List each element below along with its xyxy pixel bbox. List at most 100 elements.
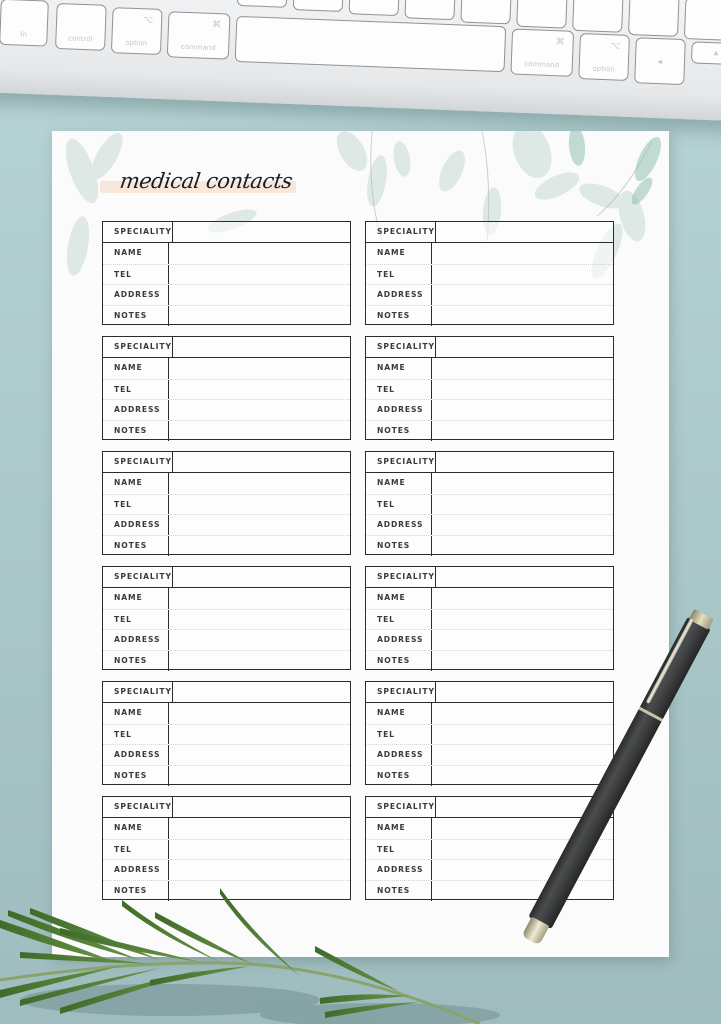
tel-field[interactable]: [432, 609, 613, 630]
contact-field-row: NOTES: [366, 880, 613, 901]
address-field[interactable]: [432, 400, 613, 421]
name-label: NAME: [103, 357, 169, 379]
leaf-icon: [66, 216, 90, 276]
contact-card: SPECIALITY NAME TEL ADDRESS NOTES: [102, 681, 354, 786]
contact-field-row: NAME: [103, 817, 350, 839]
leaf-icon: [534, 172, 580, 200]
address-field[interactable]: [432, 285, 613, 306]
contact-field-row: TEL: [366, 263, 613, 285]
notes-field[interactable]: [432, 536, 613, 556]
contact-field-row: SPECIALITY: [103, 222, 354, 243]
name-field[interactable]: [432, 242, 613, 264]
contact-field-row: SPECIALITY: [366, 682, 617, 703]
leaf-icon: [393, 141, 411, 177]
tel-field[interactable]: [169, 379, 350, 400]
notes-field[interactable]: [169, 881, 350, 901]
name-field[interactable]: [169, 357, 350, 379]
tel-field[interactable]: [432, 379, 613, 400]
speciality-field[interactable]: [435, 567, 617, 587]
name-field[interactable]: [432, 702, 613, 724]
contact-field-row: SPECIALITY: [366, 452, 617, 473]
address-field[interactable]: [169, 515, 350, 536]
notes-field[interactable]: [432, 421, 613, 441]
rosemary-stem: [0, 961, 481, 1024]
speciality-field[interactable]: [435, 337, 617, 357]
speciality-label: SPECIALITY: [103, 222, 173, 242]
tel-field[interactable]: [432, 264, 613, 285]
leaf-icon: [631, 177, 653, 205]
address-label: ADDRESS: [103, 745, 169, 766]
tel-field[interactable]: [432, 494, 613, 515]
tel-field[interactable]: [169, 609, 350, 630]
speciality-label: SPECIALITY: [366, 682, 436, 702]
notes-field[interactable]: [432, 306, 613, 326]
address-field[interactable]: [169, 400, 350, 421]
address-field[interactable]: [432, 515, 613, 536]
speciality-field[interactable]: [435, 452, 617, 472]
tel-field[interactable]: [169, 724, 350, 745]
contact-card: SPECIALITY NAME TEL ADDRESS NOTES: [365, 336, 617, 441]
speciality-field[interactable]: [435, 682, 617, 702]
name-field[interactable]: [169, 472, 350, 494]
notes-field[interactable]: [169, 536, 350, 556]
address-field[interactable]: [169, 285, 350, 306]
speciality-field[interactable]: [172, 567, 354, 587]
address-field[interactable]: [432, 630, 613, 651]
tel-field[interactable]: [169, 839, 350, 860]
address-field[interactable]: [169, 860, 350, 881]
name-label: NAME: [103, 817, 169, 839]
address-label: ADDRESS: [103, 860, 169, 881]
leaf-icon: [320, 994, 410, 1004]
address-field[interactable]: [169, 745, 350, 766]
contact-field-row: NAME: [366, 702, 613, 724]
tel-label: TEL: [103, 379, 169, 400]
name-label: NAME: [366, 357, 432, 379]
speciality-field[interactable]: [172, 222, 354, 242]
leaf-icon: [336, 131, 368, 171]
tel-field[interactable]: [169, 494, 350, 515]
key-top-row: [627, 0, 680, 37]
contact-field-row: NOTES: [103, 420, 350, 441]
page-title: medical contacts: [118, 169, 294, 193]
speciality-field[interactable]: [172, 797, 354, 817]
arrow-up-icon: ▴: [713, 48, 719, 59]
notes-field[interactable]: [169, 766, 350, 786]
name-field[interactable]: [432, 472, 613, 494]
notes-label: NOTES: [366, 421, 432, 441]
contact-field-row: NOTES: [103, 650, 350, 671]
contact-field-row: NOTES: [103, 880, 350, 901]
contact-field-row: ADDRESS: [366, 629, 613, 651]
name-label: NAME: [366, 817, 432, 839]
name-field[interactable]: [169, 702, 350, 724]
speciality-field[interactable]: [172, 682, 354, 702]
address-label: ADDRESS: [103, 400, 169, 421]
name-label: NAME: [103, 702, 169, 724]
speciality-field[interactable]: [172, 337, 354, 357]
address-field[interactable]: [169, 630, 350, 651]
notes-field[interactable]: [169, 306, 350, 326]
tel-label: TEL: [366, 724, 432, 745]
notes-label: NOTES: [366, 766, 432, 786]
notes-field[interactable]: [169, 421, 350, 441]
notes-label: NOTES: [366, 306, 432, 326]
name-field[interactable]: [169, 587, 350, 609]
notes-field[interactable]: [432, 651, 613, 671]
notes-label: NOTES: [103, 651, 169, 671]
name-field[interactable]: [432, 587, 613, 609]
notes-field[interactable]: [432, 881, 613, 901]
speciality-field[interactable]: [172, 452, 354, 472]
speciality-label: SPECIALITY: [366, 337, 436, 357]
name-field[interactable]: [169, 817, 350, 839]
command-icon: ⌘: [555, 37, 565, 48]
address-label: ADDRESS: [366, 400, 432, 421]
address-field[interactable]: [432, 745, 613, 766]
notes-field[interactable]: [432, 766, 613, 786]
tel-field[interactable]: [169, 264, 350, 285]
speciality-field[interactable]: [435, 222, 617, 242]
address-label: ADDRESS: [366, 515, 432, 536]
key-label: option: [125, 38, 148, 48]
name-field[interactable]: [169, 242, 350, 264]
tel-field[interactable]: [432, 724, 613, 745]
name-field[interactable]: [432, 357, 613, 379]
notes-field[interactable]: [169, 651, 350, 671]
